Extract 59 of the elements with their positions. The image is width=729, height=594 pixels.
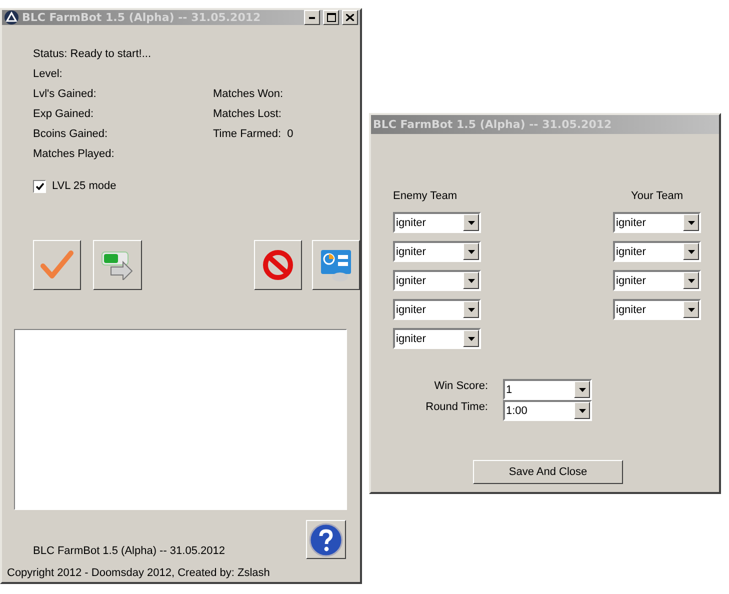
stat-label: Matches Played:	[33, 148, 116, 160]
maximize-icon	[326, 13, 336, 22]
dropdown-arrow-icon	[468, 278, 474, 282]
round-time-label: Round Time:	[424, 400, 488, 415]
control-panel-icon	[318, 248, 353, 282]
status-text: Status: Ready to start!...	[33, 48, 152, 60]
team-label: Enemy Team	[393, 190, 457, 204]
switch-arrow-icon	[101, 250, 134, 280]
app-logo-icon	[4, 10, 19, 25]
stat-label: Exp Gained:	[33, 108, 95, 120]
check-icon	[36, 182, 44, 190]
maximize-button[interactable]	[323, 10, 339, 25]
dropdown-arrow-icon	[688, 308, 694, 312]
help-icon	[309, 522, 343, 556]
hero-dropdown[interactable]: igniter	[613, 270, 701, 291]
stat-label: Time Farmed: 0	[213, 128, 294, 140]
stat-label: Bcoins Gained:	[33, 128, 109, 140]
checkmark-icon	[40, 250, 74, 280]
toolbar-button[interactable]	[254, 240, 302, 290]
hero-dropdown[interactable]: igniter	[393, 328, 481, 349]
copyright-text: Copyright 2012 - Doomsday 2012, Created by: Zslash	[7, 567, 271, 579]
dropdown-arrow-icon	[578, 408, 586, 412]
hero-dropdown[interactable]: igniter	[613, 241, 701, 262]
dropdown-arrow-icon	[468, 220, 474, 224]
close-button[interactable]	[342, 10, 358, 25]
checkbox-label: LVL 25 mode	[52, 180, 116, 192]
help-button[interactable]	[306, 520, 346, 559]
win-score-dropdown[interactable]: 1	[503, 379, 592, 400]
close-icon	[346, 14, 354, 21]
dropdown-arrow-icon	[468, 308, 474, 312]
hero-dropdown[interactable]: igniter	[393, 270, 481, 291]
version-text: BLC FarmBot 1.5 (Alpha) -- 31.05.2012	[32, 545, 226, 557]
stat-label: Level:	[33, 68, 64, 80]
stop-icon	[262, 249, 294, 281]
dropdown-arrow-icon	[468, 250, 474, 254]
minimize-icon	[309, 16, 315, 18]
toolbar-button[interactable]	[93, 240, 142, 290]
dropdown-arrow-icon	[688, 278, 694, 282]
dropdown-arrow-icon	[468, 336, 474, 340]
toolbar-button[interactable]	[33, 240, 82, 290]
minimize-button[interactable]	[304, 10, 320, 25]
team-label: Your Team	[631, 190, 683, 204]
toolbar-button[interactable]	[312, 240, 360, 290]
hero-dropdown[interactable]: igniter	[393, 241, 481, 262]
stat-label: Matches Won:	[213, 88, 284, 100]
dropdown-arrow-icon	[578, 388, 586, 392]
hero-dropdown[interactable]: igniter	[613, 299, 701, 320]
hero-dropdown[interactable]: igniter	[393, 299, 481, 320]
window-title: BLC FarmBot 1.5 (Alpha) -- 31.05.2012	[373, 118, 613, 131]
checkbox[interactable]	[33, 180, 46, 192]
hero-dropdown[interactable]: igniter	[393, 212, 481, 233]
save-and-close-button[interactable]: Save And Close	[473, 460, 623, 484]
dropdown-arrow-icon	[688, 220, 694, 224]
win-score-label: Win Score:	[433, 379, 488, 394]
hero-dropdown[interactable]: igniter	[613, 212, 701, 233]
dropdown-arrow-icon	[688, 250, 694, 254]
stat-label: Matches Lost:	[213, 108, 282, 120]
stat-label: Lvl's Gained:	[33, 88, 98, 100]
round-time-dropdown[interactable]: 1:00	[503, 400, 592, 421]
